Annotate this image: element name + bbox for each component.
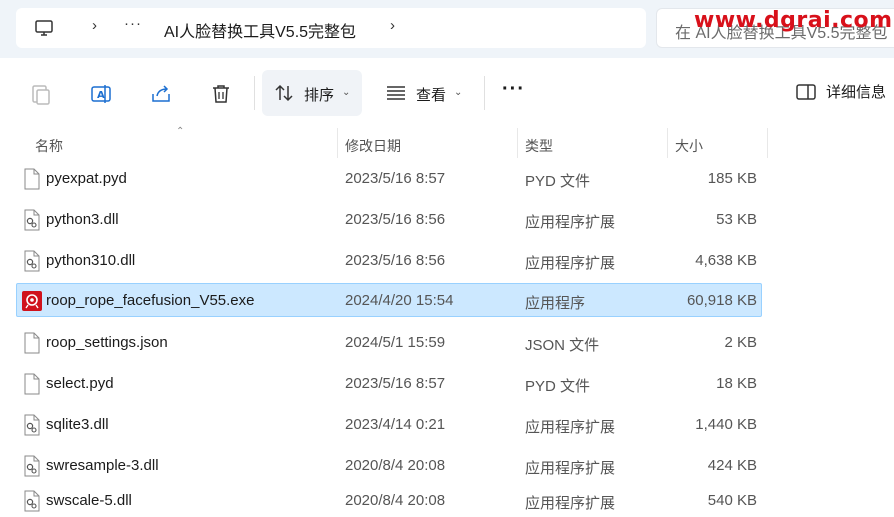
file-size: 540 KB [707,492,757,509]
file-size: 424 KB [707,457,757,474]
details-pane-icon [796,83,816,100]
file-type: 应用程序扩展 [525,495,616,512]
view-icon [387,86,405,100]
address-bar-area: › ··· AI人脸替换工具V5.5完整包 › 在 AI人脸替换工具V5.5完整… [0,0,894,58]
file-size: 1,440 KB [695,416,757,433]
file-size: 18 KB [716,375,757,392]
column-divider[interactable] [767,128,768,158]
share-icon[interactable] [149,82,173,106]
more-options-button[interactable]: ··· [502,78,525,101]
toolbar-divider [484,76,485,110]
file-name: python3.dll [46,211,119,228]
file-name: roop_rope_facefusion_V55.exe [46,292,255,309]
file-size: 185 KB [707,170,757,187]
chevron-right-icon[interactable]: › [92,17,97,34]
sort-button[interactable]: 排序 ⌄ [262,70,362,116]
file-name: python310.dll [46,252,136,269]
dll-icon [22,414,42,436]
sort-icon [275,84,293,102]
file-size: 4,638 KB [695,252,757,269]
dll-icon [22,250,42,272]
file-name: select.pyd [46,375,114,392]
view-button[interactable]: 查看 ⌄ [374,70,474,116]
column-divider[interactable] [667,128,668,158]
file-type: JSON 文件 [525,337,600,354]
paste-icon[interactable] [29,82,53,106]
file-type: PYD 文件 [525,173,591,190]
file-type: 应用程序扩展 [525,419,616,436]
column-header-date[interactable]: 修改日期 [345,136,401,156]
file-row[interactable]: roop_settings.json 2024/5/1 15:59 JSON 文… [16,325,762,359]
column-header-type[interactable]: 类型 [525,136,553,156]
dll-icon [22,209,42,231]
file-row[interactable]: select.pyd 2023/5/16 8:57 PYD 文件 18 KB [16,366,762,400]
view-label: 查看 [416,87,447,104]
toolbar-divider [254,76,255,110]
chevron-down-icon: ⌄ [342,87,351,98]
command-bar: A 排序 ⌄ 查看 ⌄ ··· 详细信息 [0,58,894,128]
chevron-down-icon: ⌄ [454,87,463,98]
rename-icon[interactable]: A [89,82,113,106]
file-icon [22,373,42,395]
file-size: 2 KB [724,334,757,351]
column-header-name[interactable]: 名称 [35,136,63,156]
sort-label: 排序 [304,87,335,104]
file-name: swresample-3.dll [46,457,159,474]
file-name: pyexpat.pyd [46,170,127,187]
delete-icon[interactable] [209,82,233,106]
file-date: 2023/5/16 8:56 [345,211,446,228]
breadcrumb-overflow-button[interactable]: ··· [124,15,142,32]
file-size: 53 KB [716,211,757,228]
file-type: PYD 文件 [525,378,591,395]
file-icon [22,168,42,190]
file-type: 应用程序扩展 [525,460,616,477]
file-date: 2024/4/20 15:54 [345,292,454,309]
column-header-row: ⌃ 名称 修改日期 类型 大小 [0,126,894,158]
file-row[interactable]: python310.dll 2023/5/16 8:56 应用程序扩展 4,63… [16,243,762,277]
file-date: 2023/5/16 8:56 [345,252,446,269]
dll-icon [22,490,42,512]
this-pc-icon[interactable] [34,18,54,38]
file-row[interactable]: pyexpat.pyd 2023/5/16 8:57 PYD 文件 185 KB [16,161,762,195]
file-icon [22,332,42,354]
file-name: sqlite3.dll [46,416,109,433]
file-row[interactable]: swscale-5.dll 2020/8/4 20:08 应用程序扩展 540 … [16,483,762,517]
dll-icon [22,455,42,477]
details-label: 详细信息 [826,84,887,101]
watermark: www.dgrai.com [694,8,893,33]
column-divider[interactable] [517,128,518,158]
file-date: 2023/4/14 0:21 [345,416,446,433]
file-row[interactable]: python3.dll 2023/5/16 8:56 应用程序扩展 53 KB [16,202,762,236]
file-type: 应用程序扩展 [525,214,616,231]
app-icon [22,290,42,312]
file-size: 60,918 KB [686,292,757,309]
file-type: 应用程序扩展 [525,255,616,272]
file-name: roop_settings.json [46,334,168,351]
column-divider[interactable] [337,128,338,158]
breadcrumb-current-folder[interactable]: AI人脸替换工具V5.5完整包 [164,18,356,42]
file-row-selected[interactable]: roop_rope_facefusion_V55.exe 2024/4/20 1… [16,283,762,317]
file-row[interactable]: sqlite3.dll 2023/4/14 0:21 应用程序扩展 1,440 … [16,407,762,441]
column-header-size[interactable]: 大小 [675,136,703,156]
file-row[interactable]: swresample-3.dll 2020/8/4 20:08 应用程序扩展 4… [16,448,762,482]
file-date: 2020/8/4 20:08 [345,457,446,474]
file-date: 2023/5/16 8:57 [345,170,446,187]
chevron-right-icon[interactable]: › [390,17,395,34]
file-date: 2020/8/4 20:08 [345,492,446,509]
sort-ascending-icon: ⌃ [176,126,185,137]
svg-text:A: A [97,90,105,101]
file-date: 2024/5/1 15:59 [345,334,446,351]
file-type: 应用程序 [525,295,586,312]
address-bar[interactable]: › ··· AI人脸替换工具V5.5完整包 › [16,8,646,48]
details-pane-button[interactable]: 详细信息 [796,81,886,102]
file-name: swscale-5.dll [46,492,132,509]
file-date: 2023/5/16 8:57 [345,375,446,392]
